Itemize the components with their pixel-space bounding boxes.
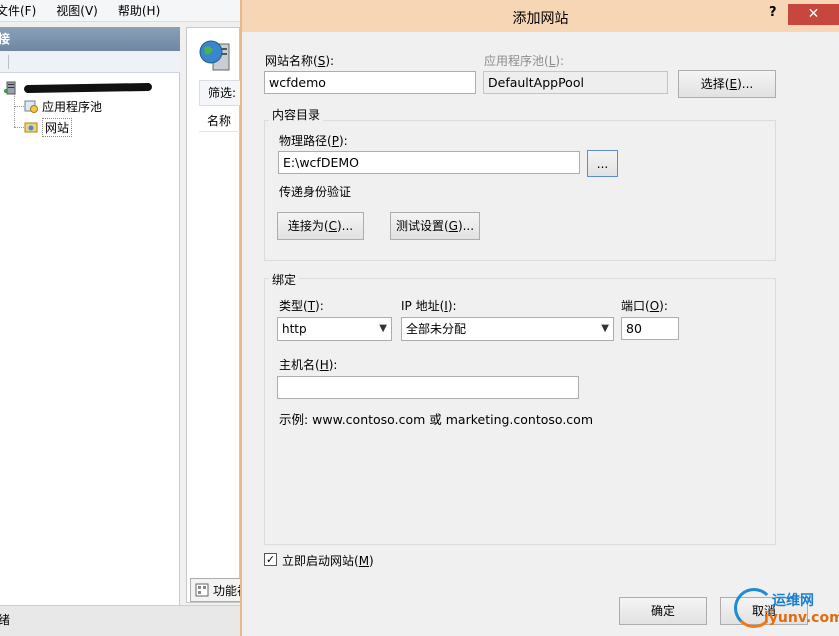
watermark-line2: iyunv.com: [764, 610, 839, 626]
watermark-line1: 运维网: [772, 593, 814, 609]
tree-label: 网站: [42, 117, 73, 137]
tree-connector: [14, 127, 24, 128]
connections-header: 接: [0, 27, 180, 51]
dialog-titlebar: 添加网站 ? ✕: [242, 0, 839, 32]
binding-example-text: 示例: www.contoso.com 或 marketing.contoso.…: [279, 412, 593, 427]
app-pool-icon: [24, 99, 38, 113]
toolbar-separator: [8, 55, 9, 69]
host-name-input[interactable]: [277, 376, 579, 399]
menu-view[interactable]: 视图(V): [46, 0, 108, 22]
filter-bar[interactable]: 筛选:: [199, 80, 241, 106]
features-view-tab[interactable]: 功能视: [190, 578, 242, 602]
tree-node-server[interactable]: [4, 79, 153, 97]
start-immediately-checkbox[interactable]: ✓: [264, 553, 277, 566]
port-label: 端口(O):: [621, 299, 668, 313]
content-directory-title: 内容目录: [269, 106, 324, 123]
site-name-label: 网站名称(S):: [265, 54, 335, 68]
connect-as-button[interactable]: 连接为(C)...: [277, 212, 364, 240]
features-view-label: 功能视: [213, 583, 241, 598]
add-website-dialog: 添加网站 ? ✕ 网站名称(S): wcfdemo 应用程序池(L): Defa…: [240, 0, 839, 636]
features-view-icon: [195, 583, 209, 597]
app-pool-field: DefaultAppPool: [483, 71, 668, 94]
folder-globe-icon: [24, 120, 38, 134]
close-button[interactable]: ✕: [788, 4, 839, 25]
binding-title: 绑定: [269, 271, 300, 288]
menu-help[interactable]: 帮助(H): [108, 0, 170, 22]
physical-path-label: 物理路径(P):: [279, 134, 348, 148]
menu-bar: 文件(F) 视图(V) 帮助(H): [0, 0, 240, 22]
name-column-header[interactable]: 名称: [199, 110, 241, 132]
chevron-down-icon: ▼: [601, 323, 609, 334]
host-name-label: 主机名(H):: [279, 358, 338, 372]
redacted-server-name: [23, 82, 153, 94]
status-bar: 绪: [0, 605, 240, 636]
ok-button[interactable]: 确定: [619, 597, 707, 625]
site-name-input[interactable]: wcfdemo: [264, 71, 476, 94]
help-button[interactable]: ?: [769, 5, 781, 25]
pass-through-auth-label: 传递身份验证: [279, 185, 352, 199]
type-label: 类型(T):: [279, 299, 324, 313]
server-icon: [4, 81, 18, 95]
browse-path-button[interactable]: ...: [587, 150, 618, 177]
tree-label: 应用程序池: [42, 99, 103, 114]
site-watermark: 运维网 iyunv.com: [734, 584, 839, 632]
type-select[interactable]: http ▼: [277, 317, 392, 341]
features-pane: 筛选: 名称: [186, 27, 241, 603]
physical-path-input[interactable]: E:\wcfDEMO: [278, 151, 580, 174]
tree-node-sites[interactable]: 网站: [24, 117, 73, 137]
connections-toolbar: [0, 51, 180, 73]
connections-tree: 应用程序池 网站: [0, 73, 180, 605]
chevron-down-icon: ▼: [379, 323, 387, 334]
globe-server-icon: [199, 38, 233, 72]
app-pool-label: 应用程序池(L):: [484, 54, 565, 68]
select-app-pool-button[interactable]: 选择(E)...: [678, 70, 776, 98]
dialog-title: 添加网站: [512, 11, 569, 27]
dialog-body: 网站名称(S): wcfdemo 应用程序池(L): DefaultAppPoo…: [248, 32, 837, 636]
start-immediately-label: 立即启动网站(M): [282, 554, 374, 568]
ip-address-label: IP 地址(I):: [401, 299, 457, 313]
tree-connector: [14, 106, 24, 107]
menu-file[interactable]: 文件(F): [0, 0, 46, 22]
ip-address-select[interactable]: 全部未分配 ▼: [401, 317, 614, 341]
test-settings-button[interactable]: 测试设置(G)...: [390, 212, 480, 240]
port-input[interactable]: 80: [621, 317, 679, 340]
tree-node-app-pools[interactable]: 应用程序池: [24, 97, 102, 115]
